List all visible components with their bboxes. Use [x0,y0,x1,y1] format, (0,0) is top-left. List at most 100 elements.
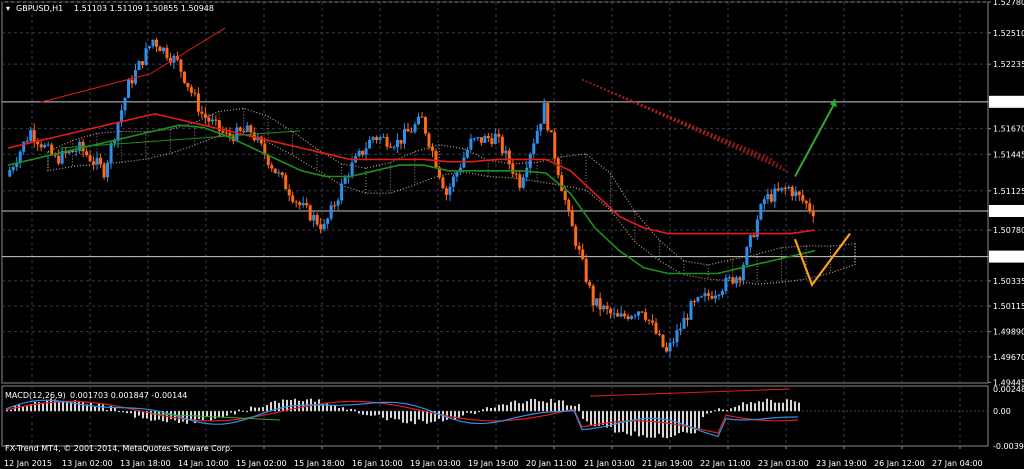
candle-body [668,342,672,352]
candle-body [497,133,501,137]
candle-body [623,313,627,317]
candle-body [804,200,808,204]
candle-body [720,290,724,295]
candle-body [294,201,298,203]
macd-histogram-bar [262,407,264,412]
candle-body [734,277,738,284]
candle-body [396,139,400,148]
macd-histogram-bar [154,411,156,421]
macd-histogram-bar [522,403,524,412]
candle-body [790,186,794,197]
candle-body [759,204,763,220]
candle-body [326,218,330,224]
candle-body [479,137,483,143]
candle-body [39,144,43,148]
candle-body [413,124,417,132]
macd-histogram-bar [282,399,284,412]
candle-body [532,143,536,154]
candle-body [710,295,714,299]
macd-histogram-bar [518,403,520,412]
y-tick-label: 1.51670 [993,125,1024,134]
candle-body [312,215,316,221]
candle-body [371,137,375,140]
y-tick-label: 1.50115 [993,302,1024,311]
candle-body [382,136,386,138]
candle-body [654,322,658,334]
candle-body [350,162,354,176]
candle-body [109,143,113,163]
x-tick-label: 23 Jan 19:00 [816,459,867,468]
macd-histogram-bar [354,409,356,412]
macd-histogram-bar [774,402,776,412]
macd-histogram-bar [422,411,424,422]
candle-body [127,79,131,98]
macd-histogram-bar [730,408,732,412]
y-tick-label: 1.49890 [993,328,1024,337]
indicator-name: MACD(12,26,9) [5,391,66,400]
macd-histogram-bar [526,401,528,412]
macd-histogram-bar [534,399,536,412]
candle-body [22,141,26,152]
candle-body [525,167,529,178]
candle-body [249,125,253,133]
macd-histogram-bar [698,411,700,429]
candle-body [528,153,532,168]
candle-body [776,188,780,191]
x-tick-label: 16 Jan 10:00 [352,459,403,468]
candle-body [616,313,620,317]
macd-histogram-bar [278,402,280,412]
candle-body [8,170,12,177]
copyright-label: FX-Trend MT4, © 2001-2014, MetaQuotes So… [5,444,233,453]
candle-body [647,319,651,321]
macd-histogram-bar [338,408,340,412]
candle-body [179,59,183,72]
candle-body [703,293,707,297]
candle-body [476,137,480,139]
candle-body [448,186,452,195]
candle-body [713,295,717,299]
candle-body [430,146,434,151]
candle-body [235,127,239,142]
macd-histogram-bar [10,409,12,412]
candle-body [224,132,228,134]
macd-histogram-bar [702,411,704,418]
candle-body [451,176,455,187]
candle-body [46,144,50,146]
macd-histogram-bar [466,411,468,413]
indicator-y-tick-label: 0.00 [993,407,1011,416]
candle-body [333,205,337,207]
ichimoku-cloud [47,107,856,285]
candle-body [769,194,773,202]
candle-body [665,347,669,352]
level-price-label: 1.50548 [992,253,1024,262]
macd-histogram-bar [402,411,404,423]
candle-body [399,139,403,144]
candle-body [130,79,134,84]
macd-histogram-bar [122,411,124,413]
macd-histogram-bar [130,411,132,414]
candle-body [444,188,448,195]
candle-body [682,317,686,329]
macd-histogram-bar [770,399,772,412]
y-tick-label: 1.51445 [993,150,1024,159]
macd-histogram-bar [386,411,388,421]
candle-body [200,111,204,114]
macd-histogram-bar [138,411,140,416]
candle-body [577,245,581,250]
macd-histogram-bar [418,411,420,420]
trend-line [39,73,151,103]
level-price-label: 1.50948 [992,207,1024,216]
macd-histogram-bar [490,407,492,412]
candle-body [242,130,246,133]
candle-body [685,317,689,320]
macd-histogram-bar [722,409,724,412]
candle-body [598,298,602,310]
macd-histogram-bar [746,404,748,412]
fan-line [581,79,791,174]
candle-body [658,333,662,335]
macd-histogram-bar [362,411,364,415]
macd-histogram-bar [666,411,668,439]
macd-histogram-bar [686,411,688,433]
candle-body [207,117,211,122]
candle-body [766,194,770,200]
